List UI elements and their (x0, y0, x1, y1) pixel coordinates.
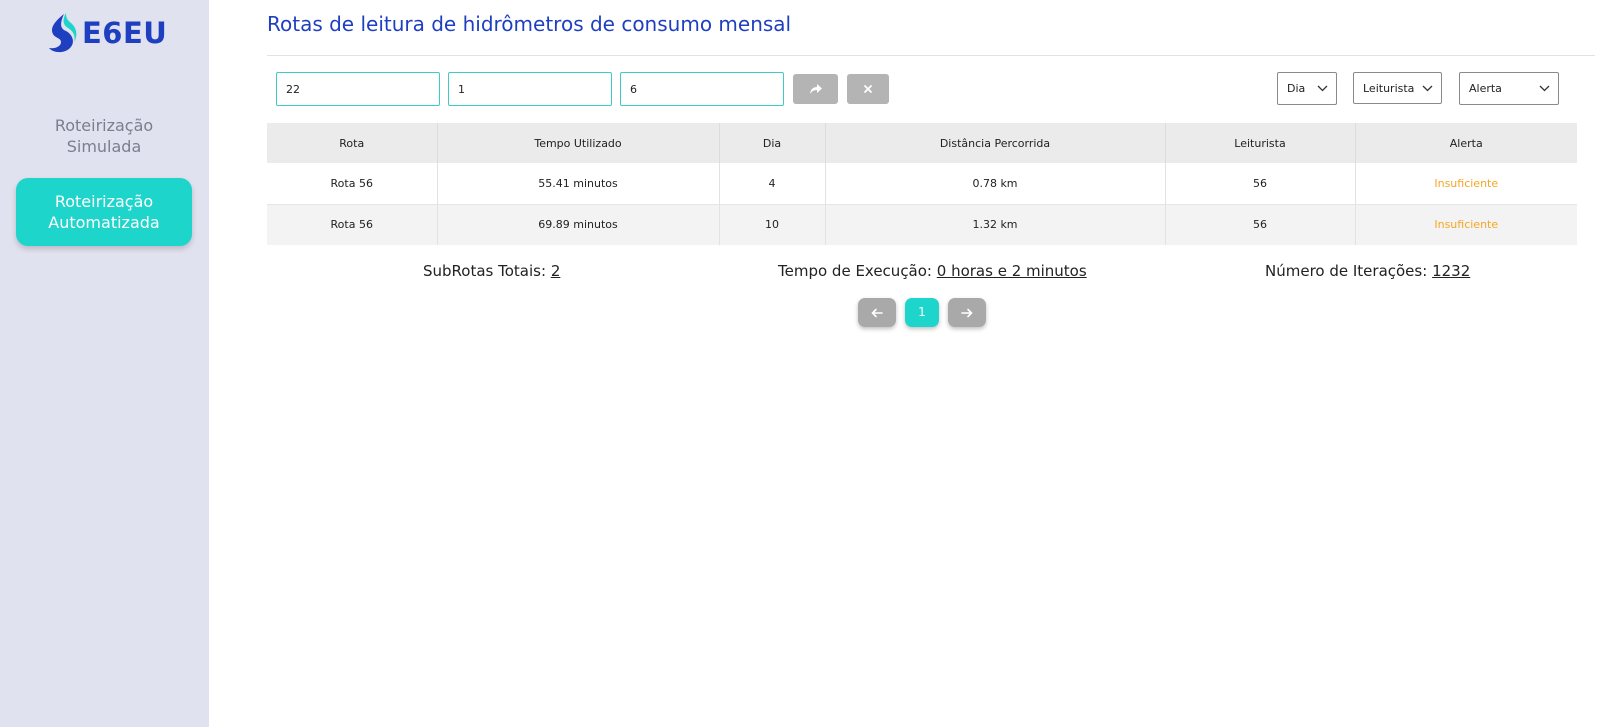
cell-leiturista: 56 (1165, 204, 1356, 245)
select-alerta-value: Alerta (1469, 82, 1502, 95)
cell-tempo: 55.41 minutos (437, 163, 720, 205)
page-title: Rotas de leitura de hidrômetros de consu… (267, 12, 792, 36)
sidebar-item-label: Roteirização Simulada (54, 116, 154, 156)
filter-input-1[interactable] (276, 72, 440, 106)
table-row[interactable]: Rota 56 55.41 minutos 4 0.78 km 56 Insuf… (267, 163, 1577, 205)
cell-alerta: Insuficiente (1355, 163, 1577, 205)
arrow-left-icon (871, 308, 883, 317)
select-leiturista[interactable]: Leiturista (1353, 72, 1442, 104)
iteracoes-label: Número de Iterações: (1265, 262, 1433, 280)
select-leiturista-value: Leiturista (1363, 81, 1415, 95)
share-arrow-icon (809, 83, 822, 94)
cell-distancia: 1.32 km (825, 204, 1166, 245)
routes-table: Rota Tempo Utilizado Dia Distância Perco… (267, 123, 1577, 245)
water-drop-logo-icon (49, 13, 77, 53)
sidebar-item-roteirizacao-simulada[interactable]: Roteirização Simulada (16, 113, 192, 161)
numero-iteracoes-stat: Número de Iterações: 1232 (1265, 262, 1470, 280)
column-header-leiturista[interactable]: Leiturista (1165, 123, 1356, 163)
arrow-right-icon (961, 308, 973, 317)
column-header-dia[interactable]: Dia (719, 123, 826, 163)
column-header-rota[interactable]: Rota (267, 123, 438, 163)
subrotas-value: 2 (550, 262, 561, 280)
table-row[interactable]: Rota 56 69.89 minutos 10 1.32 km 56 Insu… (267, 204, 1577, 245)
chevron-down-icon (1422, 85, 1433, 92)
cell-rota: Rota 56 (267, 204, 438, 245)
sidebar: E6EU Roteirização Simulada Roteirização … (0, 0, 209, 727)
apply-filter-button[interactable] (793, 74, 838, 104)
brand-name: E6EU (82, 16, 168, 50)
cell-tempo: 69.89 minutos (437, 204, 720, 245)
main-content: Rotas de leitura de hidrômetros de consu… (209, 0, 1600, 727)
sidebar-item-label: Roteirização Automatizada (48, 192, 160, 232)
column-header-tempo[interactable]: Tempo Utilizado (437, 123, 720, 163)
filter-input-3[interactable] (620, 72, 784, 106)
sidebar-item-roteirizacao-automatizada[interactable]: Roteirização Automatizada (16, 178, 192, 246)
cell-distancia: 0.78 km (825, 163, 1166, 205)
column-header-distancia[interactable]: Distância Percorrida (825, 123, 1166, 163)
chevron-down-icon (1317, 85, 1328, 92)
tempo-label: Tempo de Execução: (778, 262, 937, 280)
cell-dia: 4 (719, 163, 826, 205)
select-dia-value: Dia (1287, 82, 1306, 95)
subrotas-label: SubRotas Totais: (423, 262, 551, 280)
previous-page-button[interactable] (858, 298, 896, 327)
tempo-execucao-stat: Tempo de Execução: 0 horas e 2 minutos (778, 262, 1087, 280)
current-page-button[interactable]: 1 (905, 298, 939, 327)
iteracoes-value: 1232 (1432, 262, 1471, 280)
column-header-alerta[interactable]: Alerta (1355, 123, 1577, 163)
next-page-button[interactable] (948, 298, 986, 327)
cell-leiturista: 56 (1165, 163, 1356, 205)
table-header-row: Rota Tempo Utilizado Dia Distância Perco… (267, 123, 1577, 163)
tempo-value: 0 horas e 2 minutos (936, 262, 1087, 280)
clear-filter-button[interactable] (847, 74, 889, 104)
chevron-down-icon (1539, 85, 1550, 92)
logo: E6EU (44, 12, 167, 54)
select-alerta[interactable]: Alerta (1459, 72, 1559, 105)
cell-alerta: Insuficiente (1355, 204, 1577, 245)
divider (267, 55, 1595, 56)
cell-dia: 10 (719, 204, 826, 245)
filter-input-2[interactable] (448, 72, 612, 106)
cell-rota: Rota 56 (267, 163, 438, 205)
close-icon (864, 84, 872, 93)
subrotas-totais-stat: SubRotas Totais: 2 (423, 262, 560, 280)
select-dia[interactable]: Dia (1277, 72, 1337, 105)
